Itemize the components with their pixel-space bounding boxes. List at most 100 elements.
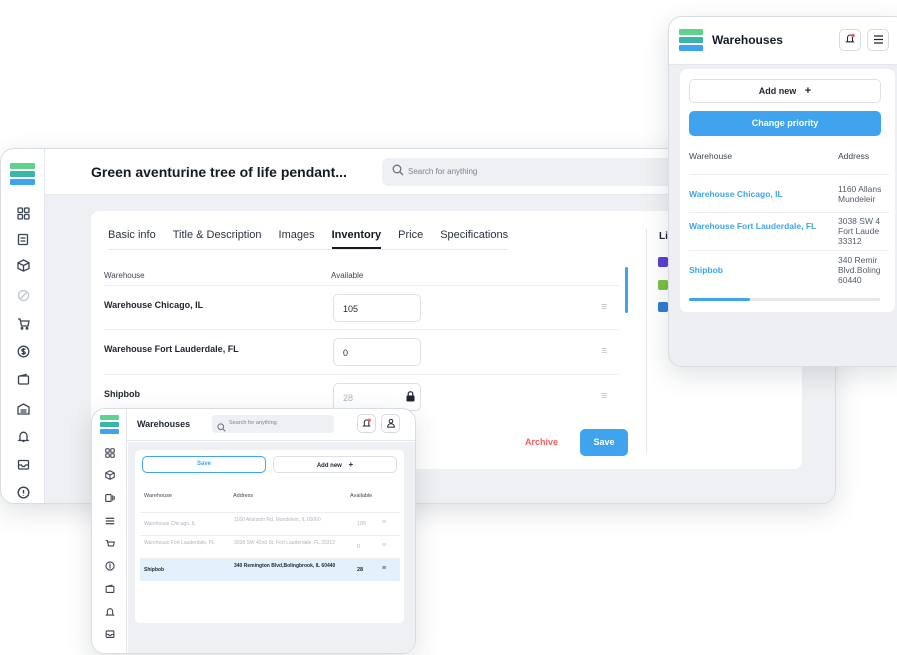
linked-section-label: Li: [659, 231, 668, 242]
search-placeholder: Search for anything: [408, 167, 478, 176]
drag-handle-icon[interactable]: ≡: [601, 301, 607, 313]
table-row[interactable]: Shipbob 340 Remir Blvd.Boling 60440: [689, 250, 889, 290]
table-row[interactable]: Warehouse Fort Lauderdale, FL 3038 SW 4 …: [689, 212, 889, 250]
plus-icon: +: [804, 85, 812, 97]
address-line: 340 Remir: [838, 255, 878, 265]
inbox-icon[interactable]: [14, 455, 32, 473]
tab-basic-info[interactable]: Basic info: [108, 229, 156, 249]
scrollbar-thumb[interactable]: [689, 298, 751, 301]
dollar-icon[interactable]: [103, 559, 117, 573]
cart-icon[interactable]: [103, 537, 117, 551]
available-qty: 105: [357, 521, 367, 527]
warehouse-link[interactable]: Warehouse Fort Lauderdale, FL: [689, 221, 837, 232]
bell-icon[interactable]: [103, 605, 117, 619]
drag-handle-icon[interactable]: ≡: [601, 345, 607, 357]
warehouse-name: Shipbob: [104, 389, 140, 399]
address-line: Fort Laude: [838, 226, 880, 236]
warehouse-link[interactable]: Warehouse Chicago, IL: [689, 189, 837, 200]
save-button[interactable]: Save: [580, 429, 628, 456]
address-line: 33312: [838, 236, 862, 246]
drag-handle-icon[interactable]: ≡: [382, 519, 386, 526]
bell-icon: [844, 31, 856, 49]
table-row[interactable]: Warehouse Fort Lauderdale, FL 3038 SW 42…: [140, 535, 400, 558]
cards-icon[interactable]: [103, 491, 117, 505]
notifications-button[interactable]: [357, 414, 376, 433]
hamburger-icon: [873, 31, 884, 49]
search-input[interactable]: Search for anything: [212, 415, 334, 433]
panel-body: Add new + Change priority Warehouse Addr…: [680, 69, 895, 312]
table-row-selected[interactable]: Shipbob 340 Remington Blvd,Bolingbrook, …: [140, 558, 400, 581]
box-icon[interactable]: [103, 468, 117, 482]
app-logo: [100, 415, 119, 434]
archive-button[interactable]: Archive: [525, 437, 558, 447]
cart-icon[interactable]: [14, 314, 32, 332]
box-icon[interactable]: [14, 256, 32, 274]
locked-quantity: 28: [343, 393, 354, 403]
dashboard-icon[interactable]: [103, 446, 117, 460]
panel-header: Warehouses: [669, 17, 897, 65]
notifications-button[interactable]: [839, 29, 861, 51]
mini-content: Save Add new + Warehouse Address Availab…: [128, 442, 415, 653]
profile-button[interactable]: [381, 414, 400, 433]
column-header-warehouse: Warehouse: [689, 151, 733, 161]
list-icon[interactable]: [103, 514, 117, 528]
tab-images[interactable]: Images: [279, 229, 315, 249]
panel-title: Warehouses: [712, 33, 783, 47]
main-sidebar: [1, 149, 45, 503]
warehouse-name: Warehouse Fort Lauderdale, FL: [104, 344, 239, 354]
drag-handle-icon[interactable]: ≡: [382, 565, 386, 572]
menu-button[interactable]: [867, 29, 889, 51]
inbox-icon[interactable]: [103, 627, 117, 641]
address-line: Blvd.Boling: [838, 265, 881, 275]
user-icon: [386, 415, 396, 433]
horizontal-scrollbar[interactable]: [689, 298, 880, 301]
address-line: Mundeleir: [838, 194, 876, 204]
quantity-input-locked: 28: [333, 383, 421, 411]
inventory-row: Warehouse Fort Lauderdale, FL 0 ≡: [104, 330, 619, 375]
plus-icon: +: [348, 460, 354, 469]
wallet-icon[interactable]: [103, 582, 117, 596]
wallet-icon[interactable]: [14, 370, 32, 388]
page-title: Green aventurine tree of life pendant...: [91, 164, 347, 180]
add-new-button[interactable]: Add new +: [689, 79, 881, 103]
quantity-input[interactable]: 105: [333, 294, 421, 322]
mini-sidebar: [92, 409, 127, 653]
save-button[interactable]: Save: [142, 456, 266, 473]
marketplace-icon: [658, 257, 668, 267]
add-new-button[interactable]: Add new +: [273, 456, 397, 473]
scrollbar[interactable]: [625, 267, 628, 313]
column-header-address: Address: [838, 151, 870, 161]
warehouse-link[interactable]: Shipbob: [689, 265, 837, 276]
table-row[interactable]: Warehouse Chicago, IL 1160 Allanson Rd, …: [140, 512, 400, 535]
column-header-address: Address: [233, 493, 254, 499]
warehouse-address: 1160 Allanson Rd, Mundelein, IL 60060: [234, 517, 321, 523]
warehouses-mini-window: Warehouses Search for anything Save Add …: [91, 408, 416, 654]
lock-icon: [406, 391, 415, 404]
tabs-divider: [108, 249, 508, 250]
tab-specifications[interactable]: Specifications: [440, 229, 508, 249]
marketplace-icon: [658, 280, 668, 290]
drag-handle-icon[interactable]: ≡: [382, 542, 386, 549]
search-icon: [392, 164, 404, 176]
drag-handle-icon[interactable]: ≡: [601, 390, 607, 402]
address-line: 60440: [838, 275, 862, 285]
dashboard-icon[interactable]: [14, 204, 32, 222]
tab-title-description[interactable]: Title & Description: [173, 229, 262, 249]
info-icon[interactable]: [14, 483, 32, 501]
change-priority-button[interactable]: Change priority: [689, 111, 881, 136]
app-logo: [679, 29, 703, 51]
tab-inventory[interactable]: Inventory: [331, 229, 382, 249]
tag-icon[interactable]: [14, 286, 32, 304]
search-placeholder: Search for anything: [229, 420, 277, 426]
bell-icon[interactable]: [14, 427, 32, 445]
tab-price[interactable]: Price: [398, 229, 423, 249]
quantity-input[interactable]: 0: [333, 338, 421, 366]
dollar-icon[interactable]: [14, 342, 32, 360]
warehouse-address: 3038 SW 42nd St, Fort Lauderdale, FL 333…: [234, 540, 335, 546]
warehouse-address: 340 Remington Blvd,Bolingbrook, IL 60440: [234, 563, 336, 569]
section-divider: [646, 229, 647, 453]
table-row[interactable]: Warehouse Chicago, IL 1160 Allans Mundel…: [689, 174, 889, 212]
listings-icon[interactable]: [14, 230, 32, 248]
search-input[interactable]: Search for anything: [382, 158, 682, 186]
warehouse-icon[interactable]: [14, 399, 32, 417]
